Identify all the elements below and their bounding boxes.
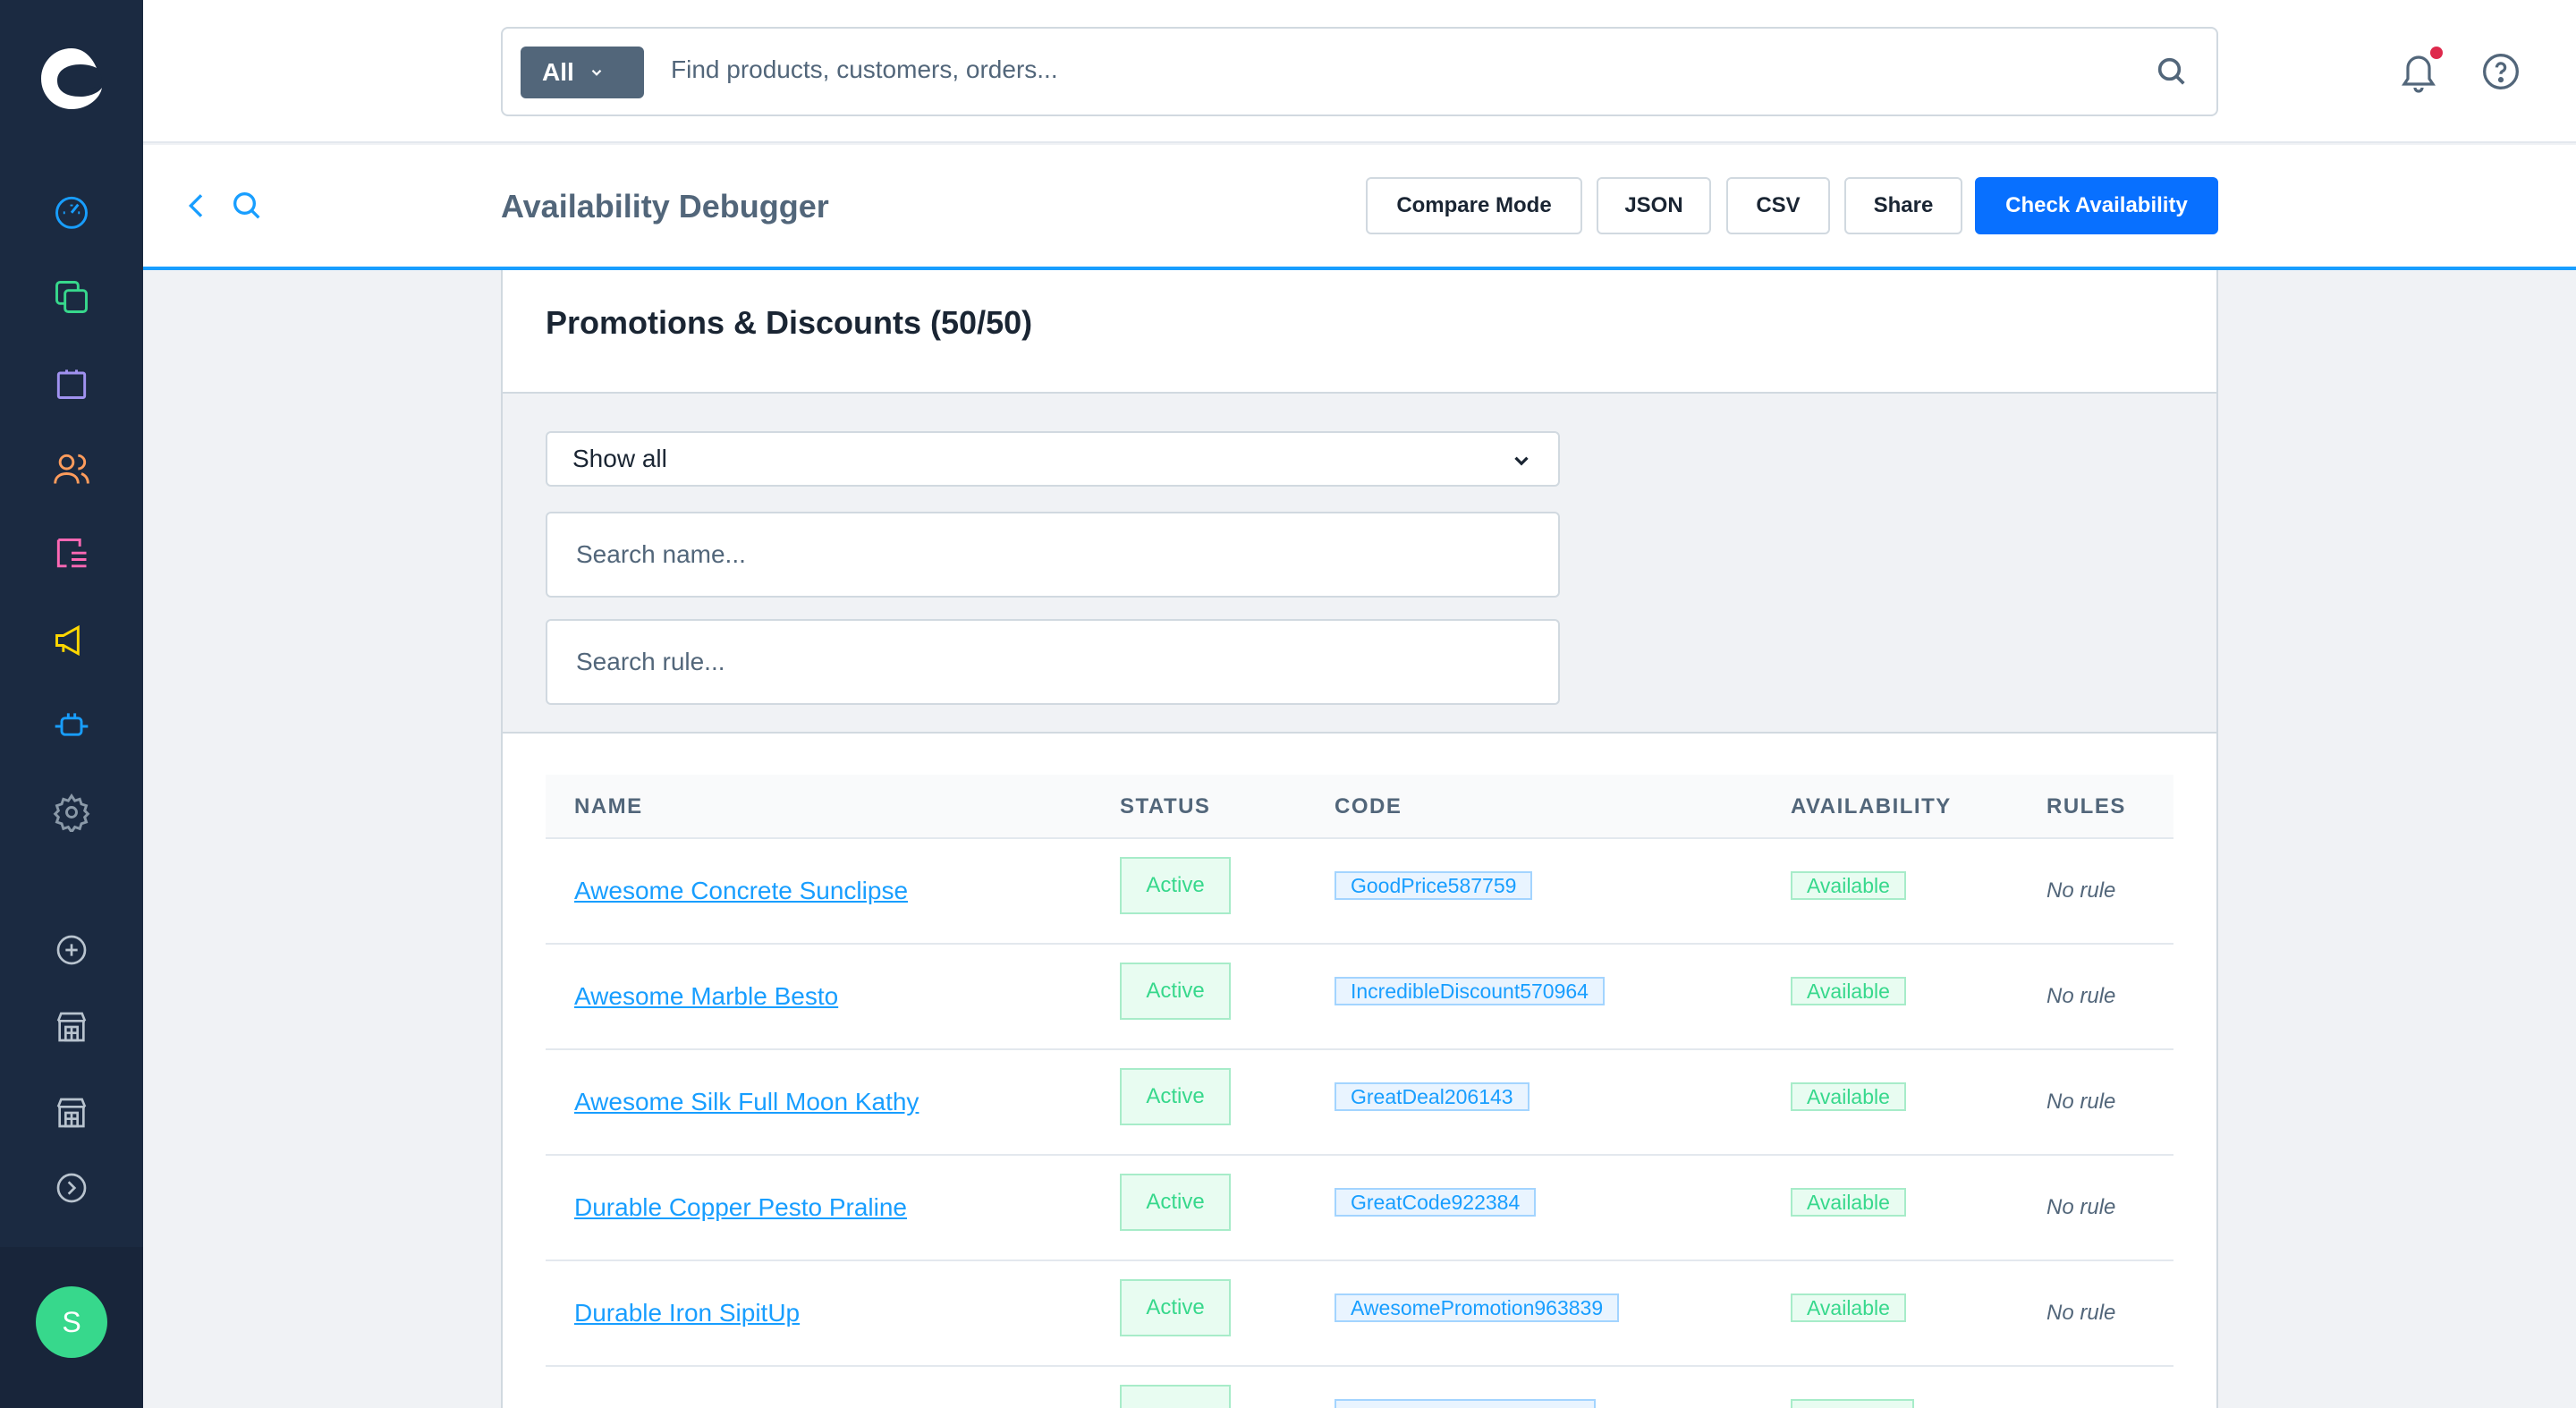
column-header-code[interactable]: CODE (1335, 794, 1402, 819)
page-header: Availability Debugger Compare Mode JSON … (143, 145, 2576, 270)
search-rule-input[interactable] (546, 619, 1560, 705)
notification-dot (2430, 47, 2443, 59)
csv-button[interactable]: CSV (1726, 177, 1830, 234)
status-badge: Active (1120, 1068, 1231, 1125)
dashboard-icon[interactable] (48, 188, 95, 234)
card-title: Promotions & Discounts (50/50) (546, 304, 1033, 341)
search-input[interactable]: Find products, customers, orders... (671, 55, 1058, 84)
storefront-icon-2[interactable] (48, 1090, 95, 1136)
code-badge: GoodPrice587759 (1335, 871, 1533, 900)
code-badge: GreatCode922384 (1335, 1188, 1537, 1217)
status-badge: Active (1120, 963, 1231, 1020)
column-header-status[interactable]: STATUS (1120, 794, 1210, 819)
code-badge (1335, 1399, 1596, 1408)
promotions-card: Promotions & Discounts (50/50) Show all … (501, 270, 2218, 1408)
settings-icon[interactable] (48, 789, 95, 835)
code-badge: GreatDeal206143 (1335, 1082, 1530, 1111)
table-row: Durable Iron SipitUp Active AwesomePromo… (546, 1261, 2174, 1367)
table-row-partial (546, 1367, 2174, 1408)
promotion-name-link[interactable]: Durable Copper Pesto Praline (574, 1193, 907, 1222)
content-icon[interactable] (48, 531, 95, 578)
check-availability-button[interactable]: Check Availability (1975, 177, 2218, 234)
table-row: Awesome Marble Besto Active IncredibleDi… (546, 945, 2174, 1050)
code-badge: IncredibleDiscount570964 (1335, 977, 1605, 1005)
code-badge: AwesomePromotion963839 (1335, 1293, 1620, 1322)
table-row: Awesome Silk Full Moon Kathy Active Grea… (546, 1050, 2174, 1156)
orders-icon[interactable] (48, 360, 95, 406)
promotion-name-link[interactable]: Awesome Concrete Sunclipse (574, 877, 908, 905)
extensions-icon[interactable] (48, 703, 95, 750)
search-name-input[interactable] (546, 512, 1560, 598)
search-type-select[interactable]: All (521, 47, 644, 98)
storefront-icon[interactable] (48, 1004, 95, 1050)
availability-badge: Available (1791, 1188, 1906, 1217)
column-header-availability[interactable]: AVAILABILITY (1791, 794, 1952, 819)
page-title: Availability Debugger (501, 188, 829, 225)
availability-badge: Available (1791, 1082, 1906, 1111)
search-icon[interactable] (2154, 54, 2190, 94)
rules-cell: No rule (2046, 984, 2116, 1008)
table-row: Awesome Concrete Sunclipse Active GoodPr… (546, 839, 2174, 945)
share-button[interactable]: Share (1844, 177, 1962, 234)
catalogue-icon[interactable] (48, 274, 95, 320)
status-badge: Active (1120, 1174, 1231, 1231)
shopware-logo-icon[interactable] (36, 43, 107, 115)
column-header-name[interactable]: NAME (574, 794, 643, 819)
promotion-name-link[interactable]: Durable Iron SipitUp (574, 1299, 800, 1327)
table-row: Durable Copper Pesto Praline Active Grea… (546, 1156, 2174, 1261)
filter-select[interactable]: Show all (546, 431, 1560, 487)
status-badge: Active (1120, 857, 1231, 914)
rules-cell: No rule (2046, 1090, 2116, 1114)
search-type-label: All (542, 58, 574, 86)
page-search-icon[interactable] (229, 188, 265, 228)
chevron-down-icon (591, 69, 602, 76)
filter-select-value: Show all (572, 445, 667, 472)
top-header: All Find products, customers, orders... (143, 0, 2576, 143)
availability-badge: Available (1791, 977, 1906, 1005)
status-badge (1120, 1385, 1231, 1408)
compare-mode-button[interactable]: Compare Mode (1366, 177, 1582, 234)
table-header: NAME STATUS CODE AVAILABILITY RULES (546, 775, 2174, 839)
promotion-name-link[interactable]: Awesome Marble Besto (574, 982, 838, 1011)
add-icon[interactable] (48, 927, 95, 973)
filters-section: Show all (503, 392, 2216, 734)
chevron-down-icon (1514, 456, 1529, 466)
promotions-table: NAME STATUS CODE AVAILABILITY RULES Awes… (546, 775, 2174, 1408)
column-header-rules[interactable]: RULES (2046, 794, 2126, 819)
availability-badge: Available (1791, 1293, 1906, 1322)
user-avatar[interactable]: S (36, 1286, 107, 1358)
global-search: All Find products, customers, orders... (501, 27, 2218, 116)
status-badge: Active (1120, 1279, 1231, 1336)
rules-cell: No rule (2046, 1301, 2116, 1325)
promotion-name-link[interactable]: Awesome Silk Full Moon Kathy (574, 1088, 919, 1116)
back-chevron-icon[interactable] (179, 188, 215, 228)
sidebar: S (0, 0, 143, 1408)
rules-cell: No rule (2046, 878, 2116, 903)
availability-badge: Available (1791, 871, 1906, 900)
availability-badge (1791, 1399, 1914, 1408)
expand-sidebar-icon[interactable] (48, 1165, 95, 1211)
marketing-icon[interactable] (48, 617, 95, 664)
sidebar-user-section: S (0, 1247, 143, 1408)
rules-cell: No rule (2046, 1195, 2116, 1219)
help-icon[interactable] (2481, 52, 2521, 96)
json-button[interactable]: JSON (1597, 177, 1711, 234)
customers-icon[interactable] (48, 445, 95, 492)
